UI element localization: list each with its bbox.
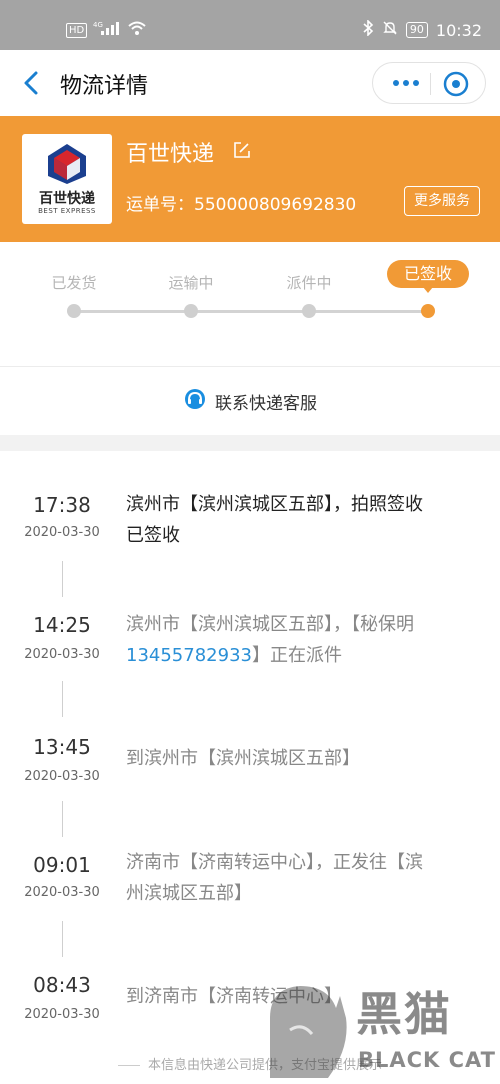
status-bar: HD 4G 90 10:32 xyxy=(0,0,500,50)
progress-track xyxy=(74,310,428,313)
contact-label: 联系快递客服 xyxy=(215,393,317,414)
watermark-en: BLACK CAT xyxy=(358,1048,496,1072)
section-gap xyxy=(0,435,500,451)
courier-logo: 百世快递 BEST EXPRESS xyxy=(22,134,112,224)
watermark-cn: 黑猫 xyxy=(356,987,452,1041)
step-dot-2 xyxy=(184,304,198,318)
back-arrow-icon[interactable] xyxy=(18,68,46,98)
headset-icon xyxy=(183,387,207,415)
step-out-for-delivery: 派件中 xyxy=(286,274,332,292)
capsule-divider xyxy=(430,73,431,95)
entry-desc-line2: 】正在派件 xyxy=(251,645,342,666)
entry-date: 2020-03-30 xyxy=(24,769,100,784)
timeline-connector xyxy=(62,681,63,717)
network-type-label: 4G xyxy=(93,21,103,29)
hd-icon: HD xyxy=(66,22,88,38)
entry-date: 2020-03-30 xyxy=(24,647,100,662)
step-delivered: 已签收 xyxy=(387,260,469,293)
entry-desc-line2: 州滨城区五部】 xyxy=(126,883,252,904)
best-express-logo-icon xyxy=(48,144,86,184)
entry-time: 13:45 xyxy=(33,735,91,759)
edit-icon[interactable] xyxy=(232,140,252,160)
timeline-connector xyxy=(62,801,63,837)
tracking-timeline: 17:38 2020-03-30 滨州市【滨州滨城区五部】，拍照签收 已签收 1… xyxy=(0,451,500,1051)
mini-program-capsule xyxy=(372,62,486,104)
signal-icon: 4G xyxy=(93,20,121,40)
step-dot-1 xyxy=(67,304,81,318)
battery-indicator: 90 xyxy=(405,22,428,38)
page-title: 物流详情 xyxy=(60,74,149,99)
step-in-transit: 运输中 xyxy=(168,274,214,292)
logo-brand-en: BEST EXPRESS xyxy=(38,207,96,215)
entry-desc-line1: 滨州市【滨州滨城区五部】，【秘保明 xyxy=(126,614,414,635)
timeline-connector xyxy=(62,561,63,597)
more-services-button[interactable]: 更多服务 xyxy=(404,186,480,216)
delivery-progress: 已发货 运输中 派件中 已签收 xyxy=(0,242,500,366)
entry-date: 2020-03-30 xyxy=(24,525,100,540)
bluetooth-icon xyxy=(362,19,374,40)
wifi-icon xyxy=(127,20,147,40)
courier-phone-link[interactable]: 13455782933 xyxy=(126,645,252,666)
watermark: 黑猫 BLACK CAT xyxy=(250,978,500,1084)
waybill-number: 运单号：550000809692830 xyxy=(126,195,357,215)
more-dots-icon[interactable] xyxy=(383,63,429,103)
entry-time: 08:43 xyxy=(33,973,91,997)
timeline-connector xyxy=(62,921,63,957)
status-left-icons: HD 4G xyxy=(66,20,147,40)
step-dot-4 xyxy=(421,304,435,318)
entry-date: 2020-03-30 xyxy=(24,1007,100,1022)
entry-description: 济南市【济南转运中心】，正发往【滨 州滨城区五部】 xyxy=(126,847,484,909)
courier-banner: 百世快递 BEST EXPRESS 百世快递 运单号：5500008096928… xyxy=(0,116,500,242)
entry-description: 滨州市【滨州滨城区五部】，【秘保明 13455782933】正在派件 xyxy=(126,609,484,671)
entry-description: 滨州市【滨州滨城区五部】，拍照签收 已签收 xyxy=(126,489,484,551)
logo-brand-cn: 百世快递 xyxy=(39,191,95,207)
cat-logo-icon xyxy=(270,986,347,1078)
entry-date: 2020-03-30 xyxy=(24,885,100,900)
entry-time: 17:38 xyxy=(33,493,91,517)
close-circle-icon[interactable] xyxy=(439,67,473,101)
contact-courier-service[interactable]: 联系快递客服 xyxy=(0,367,500,435)
entry-description: 到滨州市【滨州滨城区五部】 xyxy=(126,743,484,774)
entry-time: 09:01 xyxy=(33,853,91,877)
entry-time: 14:25 xyxy=(33,613,91,637)
entry-desc-line1: 滨州市【滨州滨城区五部】，拍照签收 xyxy=(126,494,423,515)
entry-desc-line1: 济南市【济南转运中心】，正发往【滨 xyxy=(126,852,423,873)
entry-desc-line2: 已签收 xyxy=(126,525,180,546)
step-dot-3 xyxy=(302,304,316,318)
status-right-icons: 90 10:32 xyxy=(362,19,482,40)
clock: 10:32 xyxy=(435,20,482,40)
mute-icon xyxy=(382,20,398,40)
nav-bar: 物流详情 xyxy=(0,50,500,116)
step-shipped: 已发货 xyxy=(51,274,97,292)
entry-desc-line1: 到滨州市【滨州滨城区五部】 xyxy=(126,748,360,769)
courier-name: 百世快递 xyxy=(126,142,215,167)
